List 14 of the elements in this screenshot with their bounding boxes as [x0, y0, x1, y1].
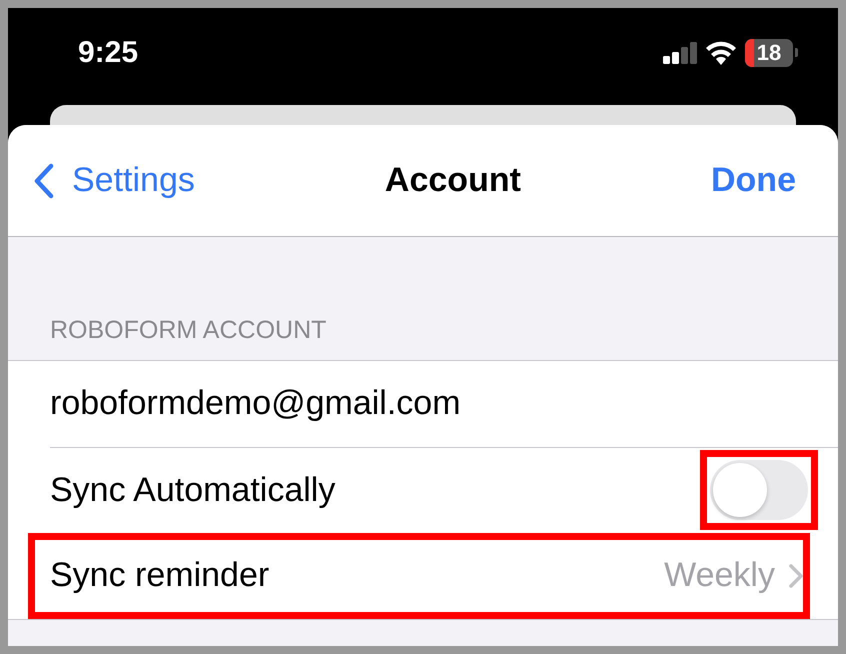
done-button[interactable]: Done	[710, 155, 796, 206]
section-header: ROBOFORM ACCOUNT	[49, 315, 328, 346]
nav-title: Account	[384, 160, 521, 201]
status-time: 9:25	[78, 35, 138, 71]
signal-icon	[663, 42, 697, 64]
back-chevron-icon	[34, 162, 54, 198]
back-button[interactable]: Settings	[34, 155, 195, 206]
row-label: Sync reminder	[50, 555, 270, 596]
wifi-icon	[705, 40, 737, 64]
row-value: Weekly	[664, 555, 775, 596]
chevron-icon	[789, 564, 803, 588]
toggle-switch[interactable]	[710, 460, 808, 520]
row-label: Sync Automatically	[50, 470, 336, 510]
row-label: roboformdemo@gmail.com	[50, 383, 462, 424]
